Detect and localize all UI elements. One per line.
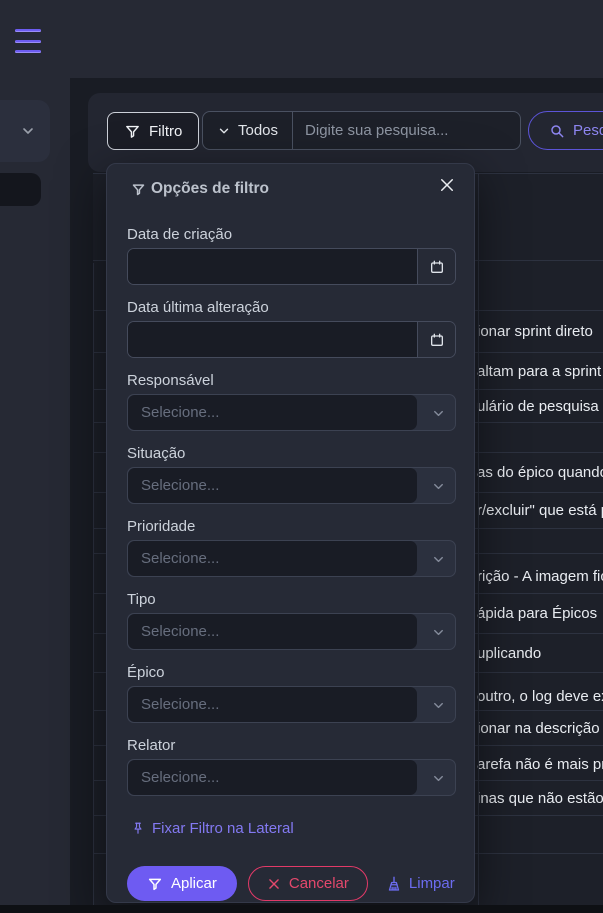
situacao-select[interactable]: Selecione... [127, 467, 456, 504]
close-x-icon [267, 877, 281, 891]
field-label: Data de criação [127, 227, 456, 243]
field-label: Tipo [127, 592, 456, 608]
field-label: Data última alteração [127, 300, 456, 316]
chevron-down-icon [431, 771, 446, 786]
panel-header: Opções de filtro [131, 180, 269, 198]
field-label: Situação [127, 446, 456, 462]
calendar-icon[interactable] [417, 322, 455, 357]
search-button[interactable]: Pesquisar [528, 111, 603, 150]
bottom-scrollbar-track[interactable] [0, 905, 603, 913]
table-column-divider [478, 174, 479, 905]
field-prioridade: Prioridade Selecione... [127, 519, 456, 577]
pin-filter-label: Fixar Filtro na Lateral [152, 820, 294, 837]
field-epico: Épico Selecione... [127, 665, 456, 723]
chevron-down-icon [431, 479, 446, 494]
toolbar-card: Filtro Todos Pesquisar [88, 93, 603, 172]
prioridade-select[interactable]: Selecione... [127, 540, 456, 577]
select-placeholder: Selecione... [128, 541, 417, 576]
apply-button-label: Aplicar [171, 875, 217, 892]
apply-button[interactable]: Aplicar [127, 866, 237, 901]
search-icon [549, 123, 565, 139]
field-label: Responsável [127, 373, 456, 389]
select-placeholder: Selecione... [128, 468, 417, 503]
field-tipo: Tipo Selecione... [127, 592, 456, 650]
filter-options-panel: Opções de filtro Data de criação Data úl… [106, 163, 475, 903]
cancel-button-label: Cancelar [289, 875, 349, 892]
select-placeholder: Selecione... [128, 760, 417, 795]
filter-fields: Data de criação Data última alteração Re… [127, 227, 456, 811]
sidebar-collapsed-item[interactable] [0, 173, 41, 206]
last-change-date-input[interactable] [128, 322, 417, 357]
funnel-icon [131, 182, 146, 197]
funnel-icon [124, 123, 141, 140]
search-button-label: Pesquisar [573, 122, 603, 139]
field-data-de-criacao: Data de criação [127, 227, 456, 285]
relator-select[interactable]: Selecione... [127, 759, 456, 796]
select-placeholder: Selecione... [128, 614, 417, 649]
clear-button-label: Limpar [409, 875, 455, 892]
hamburger-menu-icon[interactable] [15, 29, 41, 53]
field-data-ultima-alteracao: Data última alteração [127, 300, 456, 358]
filter-button-label: Filtro [149, 123, 182, 140]
epico-select[interactable]: Selecione... [127, 686, 456, 723]
field-responsavel: Responsável Selecione... [127, 373, 456, 431]
field-situacao: Situação Selecione... [127, 446, 456, 504]
pushpin-icon [131, 821, 145, 836]
chevron-down-icon[interactable] [20, 123, 36, 139]
scope-dropdown[interactable]: Todos [203, 112, 292, 149]
responsavel-select[interactable]: Selecione... [127, 394, 456, 431]
pin-filter-link[interactable]: Fixar Filtro na Lateral [131, 820, 294, 837]
chevron-down-icon [431, 552, 446, 567]
chevron-down-icon [431, 625, 446, 640]
tipo-select[interactable]: Selecione... [127, 613, 456, 650]
field-label: Relator [127, 738, 456, 754]
close-icon[interactable] [438, 174, 460, 196]
calendar-icon[interactable] [417, 249, 455, 284]
broom-icon [385, 875, 403, 893]
table-left-border [93, 263, 94, 905]
sidebar-collapsed-panel[interactable] [0, 100, 50, 162]
filter-button[interactable]: Filtro [107, 112, 199, 150]
panel-footer: Aplicar Cancelar Limpar [127, 866, 455, 901]
chevron-down-icon [431, 698, 446, 713]
cancel-button[interactable]: Cancelar [248, 866, 368, 901]
search-group: Todos [202, 111, 521, 150]
field-relator: Relator Selecione... [127, 738, 456, 796]
creation-date-input[interactable] [128, 249, 417, 284]
chevron-down-icon [431, 406, 446, 421]
scope-dropdown-label: Todos [238, 122, 278, 139]
select-placeholder: Selecione... [128, 395, 417, 430]
date-input-wrap [127, 248, 456, 285]
field-label: Prioridade [127, 519, 456, 535]
sidebar [0, 78, 70, 913]
search-input[interactable] [293, 112, 520, 149]
top-bar [0, 0, 603, 78]
field-label: Épico [127, 665, 456, 681]
panel-title: Opções de filtro [151, 180, 269, 198]
chevron-down-icon [217, 124, 231, 138]
clear-button[interactable]: Limpar [385, 866, 455, 901]
date-input-wrap [127, 321, 456, 358]
funnel-icon [147, 876, 163, 892]
select-placeholder: Selecione... [128, 687, 417, 722]
